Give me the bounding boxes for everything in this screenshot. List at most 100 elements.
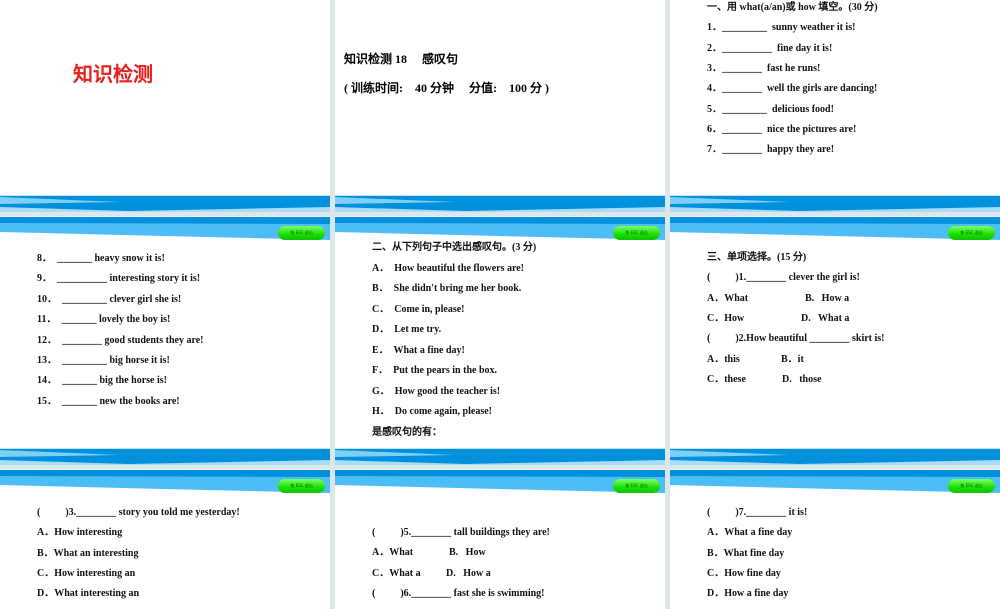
question-line: G． How good the teacher is!	[372, 386, 500, 398]
question-line: 11． _______ lovely the boy is!	[37, 314, 170, 326]
line-text: 10． _________ clever girl she is!	[37, 293, 182, 305]
line-text: ( )7.________ it is!	[707, 507, 808, 518]
question-line: 7．________ happy they are!	[707, 144, 834, 156]
line-text: A．What	[707, 292, 749, 304]
question-line: D．What interesting an	[37, 588, 139, 600]
question-line: 一、用 what(a/an)或 how 填空。(30 分)	[707, 2, 878, 14]
bottom-banner	[670, 448, 1000, 465]
option-text: D. How a	[446, 567, 491, 579]
slide-2[interactable]: 知识检测 18 感叹句 ( 训练时间: 40 分钟 分值: 100 分 )	[335, 0, 665, 212]
line-text: 11． _______ lovely the boy is!	[37, 314, 171, 326]
line-text: 1．_________ sunny weather it is!	[707, 22, 856, 34]
question-line: A．What B. How a	[707, 292, 849, 305]
question-line: 10． _________ clever girl she is!	[37, 294, 181, 306]
line-text: 7．________ happy they are!	[707, 144, 835, 156]
slide-3[interactable]: 一、用 what(a/an)或 how 填空。(30 分) 1．_________…	[670, 0, 1000, 212]
esc-exit-button[interactable]: 按 ESC 退出	[948, 479, 995, 493]
question-line: 13． _________ big horse it is!	[37, 355, 170, 367]
slide-8[interactable]: 按 ESC 退出 ( )5.________ tall buildings the…	[335, 469, 665, 609]
bottom-banner	[0, 448, 330, 465]
line-text: 6．________ nice the pictures are!	[707, 123, 857, 135]
line-text: 一、用 what(a/an)或 how 填空。(30 分)	[707, 2, 878, 13]
question-line: A．this B．it	[707, 353, 804, 366]
slide-9[interactable]: 按 ESC 退出 ( )7.________ it is! A．What a fin…	[670, 469, 1000, 609]
bottom-banner	[335, 195, 665, 212]
line-text: A．What	[372, 547, 414, 559]
option-text: B．it	[781, 353, 804, 365]
question-line: ( )7.________ it is!	[707, 507, 807, 519]
line-text: C．How interesting an	[37, 567, 136, 579]
line-text: G． How good the teacher is!	[372, 385, 501, 397]
line-text: B．What fine day	[707, 547, 785, 559]
line-text: H． Do come again, please!	[372, 406, 492, 417]
line-text: C．these	[707, 373, 746, 385]
line-text: 2．__________ fine day it is!	[707, 42, 833, 54]
line-text: A． How beautiful the flowers are!	[372, 262, 525, 274]
lesson-subtitle: ( 训练时间: 40 分钟 分值: 100 分 )	[344, 81, 549, 95]
question-line: 8． _______ heavy snow it is!	[37, 253, 165, 265]
question-line: A．How interesting	[37, 527, 122, 539]
slide-4[interactable]: 按 ESC 退出 8． _______ heavy snow it is! 9． _…	[0, 216, 330, 465]
question-line: C． Come in, please!	[372, 304, 465, 316]
line-text: 3．________ fast he runs!	[707, 62, 821, 74]
line-text: A．this	[707, 353, 740, 365]
question-line: ( )6.________ fast she is swimming!	[372, 588, 545, 600]
line-text: 13． _________ big horse it is!	[37, 355, 170, 366]
line-text: C．What a	[372, 567, 421, 579]
question-line: F． Put the pears in the box.	[372, 365, 497, 377]
esc-exit-button[interactable]: 按 ESC 退出	[278, 479, 325, 493]
question-line: B．What fine day	[707, 548, 784, 560]
line-text: 14． _______ big the horse is!	[37, 375, 167, 387]
question-line: 二、从下列句子中选出感叹句。(3 分)	[372, 242, 536, 254]
lesson-title: 知识检测 18 感叹句	[344, 52, 459, 66]
question-line: H． Do come again, please!	[372, 406, 492, 418]
option-text: D. those	[782, 373, 822, 385]
option-text: B. How a	[805, 292, 850, 304]
question-line: A．What a fine day	[707, 527, 792, 539]
question-line: B． She didn't bring me her book.	[372, 283, 521, 295]
question-line: 12． ________ good students they are!	[37, 335, 203, 347]
question-line: C．How interesting an	[37, 568, 135, 580]
question-line: C．these D. those	[707, 373, 821, 386]
line-text: B． She didn't bring me her book.	[372, 283, 522, 294]
line-text: ( )6.________ fast she is swimming!	[372, 587, 545, 599]
question-line: D． Let me try.	[372, 324, 441, 336]
line-text: C．How fine day	[707, 567, 781, 579]
question-line: 5．_________ delicious food!	[707, 104, 834, 116]
question-line: 15． _______ new the books are!	[37, 396, 180, 408]
line-text: 是感叹句的有：	[372, 426, 442, 438]
esc-exit-button[interactable]: 按 ESC 退出	[613, 226, 660, 240]
slide-7[interactable]: 按 ESC 退出 ( )3.________ story you told me …	[0, 469, 330, 609]
question-line: A． How beautiful the flowers are!	[372, 263, 524, 275]
esc-exit-button[interactable]: 按 ESC 退出	[948, 226, 995, 240]
line-text: 12． ________ good students they are!	[37, 334, 204, 346]
line-text: 三、单项选择。(15 分)	[707, 252, 807, 263]
question-line: A．What B. How	[372, 547, 486, 559]
question-line: D．How a fine day	[707, 588, 788, 600]
question-line: 1．_________ sunny weather it is!	[707, 22, 855, 34]
slide-1[interactable]: 知识检测	[0, 0, 330, 212]
line-text: 15． _______ new the books are!	[37, 395, 180, 407]
question-line: 4．________ well the girls are dancing!	[707, 83, 877, 95]
bottom-banner	[670, 195, 1000, 212]
question-line: 3．________ fast he runs!	[707, 63, 820, 75]
line-text: C． Come in, please!	[372, 303, 465, 315]
line-text: 8． _______ heavy snow it is!	[37, 253, 165, 264]
question-line: ( )2.How beautiful ________ skirt is!	[707, 333, 885, 345]
question-line: C．What a D. How a	[372, 567, 491, 580]
line-text: D．What interesting an	[37, 588, 140, 600]
slide-5[interactable]: 按 ESC 退出二、从下列句子中选出感叹句。(3 分) A． How beauti…	[335, 216, 665, 465]
line-text: ( )5.________ tall buildings they are!	[372, 527, 550, 538]
esc-exit-button[interactable]: 按 ESC 退出	[278, 226, 325, 240]
line-text: A．What a fine day	[707, 527, 793, 539]
option-text: D. What a	[801, 312, 850, 324]
line-text: E． What a fine day!	[372, 344, 465, 356]
question-line: 2．__________ fine day it is!	[707, 43, 832, 55]
question-line: 6．________ nice the pictures are!	[707, 124, 856, 136]
esc-exit-button[interactable]: 按 ESC 退出	[613, 479, 660, 493]
slide-6[interactable]: 按 ESC 退出 三、单项选择。(15 分) ( )1.________ cleve…	[670, 216, 1000, 465]
question-line: 14． _______ big the horse is!	[37, 375, 167, 387]
line-text: 二、从下列句子中选出感叹句。(3 分)	[372, 242, 537, 253]
question-line: 是感叹句的有：	[372, 427, 442, 439]
bottom-banner	[335, 448, 665, 465]
